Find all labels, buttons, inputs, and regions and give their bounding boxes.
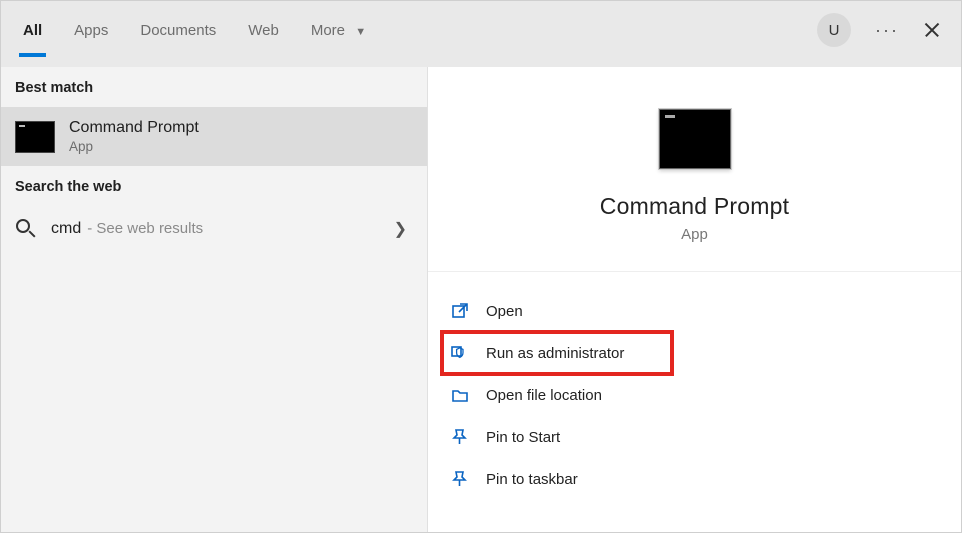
- action-open-label: Open: [486, 303, 523, 320]
- action-pin-to-taskbar[interactable]: Pin to taskbar: [442, 458, 947, 500]
- command-prompt-large-icon: [659, 109, 731, 169]
- web-query: cmd: [51, 220, 81, 238]
- action-run-admin-label: Run as administrator: [486, 345, 624, 362]
- detail-title: Command Prompt: [600, 193, 789, 220]
- open-icon: [450, 301, 470, 321]
- action-pin-taskbar-label: Pin to taskbar: [486, 471, 578, 488]
- search-web-header: Search the web: [1, 166, 427, 206]
- detail-pane: Command Prompt App Open: [428, 67, 961, 532]
- detail-subtitle: App: [681, 226, 708, 243]
- tab-more-label: More: [311, 22, 345, 39]
- action-open[interactable]: Open: [442, 290, 947, 332]
- folder-icon: [450, 385, 470, 405]
- tab-documents[interactable]: Documents: [138, 14, 218, 47]
- action-open-location-label: Open file location: [486, 387, 602, 404]
- search-window: All Apps Documents Web More ▼ U ··· Best…: [0, 0, 962, 533]
- tab-more[interactable]: More ▼: [309, 14, 368, 47]
- web-hint: - See web results: [87, 220, 203, 237]
- action-run-as-administrator[interactable]: Run as administrator: [442, 332, 672, 374]
- search-icon: [15, 218, 37, 240]
- tab-all[interactable]: All: [21, 14, 44, 47]
- pin-taskbar-icon: [450, 469, 470, 489]
- detail-header: Command Prompt App: [428, 67, 961, 272]
- filter-tabs: All Apps Documents Web More ▼: [21, 14, 368, 47]
- top-bar: All Apps Documents Web More ▼ U ···: [1, 1, 961, 59]
- more-options-icon[interactable]: ···: [875, 20, 899, 41]
- result-subtitle: App: [69, 139, 199, 154]
- close-icon[interactable]: [923, 21, 941, 39]
- top-right-controls: U ···: [817, 13, 951, 47]
- chevron-down-icon: ▼: [355, 26, 366, 38]
- tab-apps[interactable]: Apps: [72, 14, 110, 47]
- result-title: Command Prompt: [69, 119, 199, 137]
- web-result-text: cmd - See web results: [51, 220, 203, 238]
- web-results-row[interactable]: cmd - See web results ❯: [1, 206, 427, 252]
- result-command-prompt[interactable]: Command Prompt App: [1, 107, 427, 166]
- pin-start-icon: [450, 427, 470, 447]
- shield-admin-icon: [450, 343, 470, 363]
- action-list: Open Run as administrator: [428, 272, 961, 518]
- result-text-block: Command Prompt App: [69, 119, 199, 154]
- content-area: Best match Command Prompt App Search the…: [1, 67, 961, 532]
- action-pin-to-start[interactable]: Pin to Start: [442, 416, 947, 458]
- results-pane: Best match Command Prompt App Search the…: [1, 67, 428, 532]
- best-match-header: Best match: [1, 67, 427, 107]
- action-open-file-location[interactable]: Open file location: [442, 374, 947, 416]
- chevron-right-icon: ❯: [394, 219, 413, 239]
- user-avatar[interactable]: U: [817, 13, 851, 47]
- tab-web[interactable]: Web: [246, 14, 281, 47]
- action-pin-start-label: Pin to Start: [486, 429, 560, 446]
- command-prompt-icon: [15, 121, 55, 153]
